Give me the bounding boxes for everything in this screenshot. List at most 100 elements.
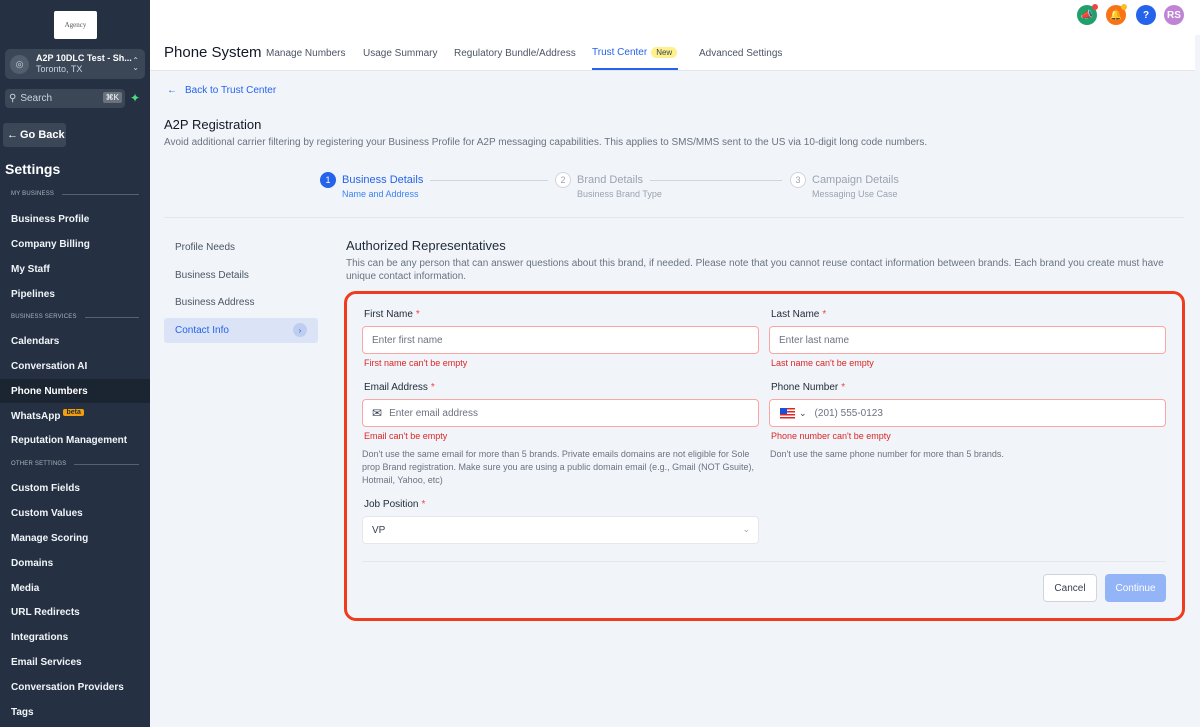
section-business-services: BUSINESS SERVICES [11,314,139,320]
section-title: Authorized Representatives [346,238,506,253]
sidebar-item-whatsapp[interactable]: WhatsApp beta [0,404,150,428]
job-position-label: Job Position * [364,499,426,510]
chevron-updown-icon: ⌃ ⌄ [132,56,139,72]
sidebar-item-calendars[interactable]: Calendars [0,329,150,353]
step-connector [430,180,548,181]
job-position-select[interactable]: VP ⌄ [362,516,759,544]
sparkle-icon[interactable]: ✦ [130,91,140,105]
sidebar-item-tags[interactable]: Tags [0,700,150,724]
arrow-left-icon: ← [167,85,177,96]
bell-icon[interactable]: 🔔 [1106,4,1127,25]
tab-regulatory-bundle[interactable]: Regulatory Bundle/Address [454,48,576,59]
settings-title: Settings [5,161,61,177]
tab-trust-center[interactable]: Trust Center New [592,47,678,58]
search-placeholder: Search [20,93,53,104]
email-input[interactable]: ✉ Enter email address [362,399,759,427]
location-name: A2P 10DLC Test - Sh... [36,53,132,63]
location-switcher[interactable]: ◎ A2P 10DLC Test - Sh... Toronto, TX ⌃ ⌄ [5,49,145,79]
sidebar-item-business-profile[interactable]: Business Profile [0,207,150,231]
megaphone-icon[interactable]: 📣 [1077,4,1098,25]
section-other-settings: OTHER SETTINGS [11,461,139,467]
sidebar-item-manage-scoring[interactable]: Manage Scoring [0,526,150,550]
step-1-subtitle: Name and Address [342,189,419,199]
sidebar-item-url-redirects[interactable]: URL Redirects [0,600,150,624]
sidebar-item-my-staff[interactable]: My Staff [0,257,150,281]
first-name-error: First name can't be empty [364,358,468,368]
new-badge: New [651,47,678,58]
last-name-error: Last name can't be empty [771,358,874,368]
sidebar-item-phone-numbers[interactable]: Phone Numbers [0,379,150,403]
first-name-input[interactable]: Enter first name [362,326,759,354]
step-1-indicator: 1 [320,172,336,188]
last-name-label: Last Name * [771,309,827,320]
tab-usage-summary[interactable]: Usage Summary [363,48,437,59]
form-menu-label: Contact Info [175,325,229,336]
search-shortcut: ⌘K [102,92,122,103]
last-name-input[interactable]: Enter last name [769,326,1166,354]
form-menu-business-address[interactable]: Business Address [164,290,318,315]
section-my-business: MY BUSINESS [11,191,139,197]
active-tab-indicator [592,68,678,70]
sidebar-item-custom-values[interactable]: Custom Values [0,501,150,525]
page-section-title: Phone System [164,44,262,61]
step-1-title: Business Details [342,174,424,186]
go-back-label: Go Back [20,129,65,141]
sidebar-item-media[interactable]: Media [0,576,150,600]
sidebar-item-conversation-ai[interactable]: Conversation AI [0,354,150,378]
sidebar-item-email-services[interactable]: Email Services [0,650,150,674]
phone-system-nav: Phone System Manage Numbers Usage Summar… [150,35,1195,71]
sidebar-item-reputation-management[interactable]: Reputation Management [0,428,150,452]
section-description: This can be any person that can answer q… [346,258,1164,282]
step-2-indicator: 2 [555,172,571,188]
chevron-down-icon: ⌄ [742,524,750,534]
arrow-left-icon: ← [7,129,18,141]
location-city: Toronto, TX [36,64,83,74]
sidebar-item-pipelines[interactable]: Pipelines [0,282,150,306]
divider [164,217,1184,218]
search-input[interactable]: ⚲ Search ⌘K [5,89,125,108]
sidebar-item-label: WhatsApp [11,410,61,422]
email-placeholder: Enter email address [389,407,478,419]
phone-help-text: Don't use the same phone number for more… [770,449,1004,459]
sidebar-item-domains[interactable]: Domains [0,551,150,575]
email-error: Email can't be empty [364,431,448,441]
form-menu-profile-needs[interactable]: Profile Needs [164,235,318,260]
phone-placeholder: (201) 555-0123 [814,407,883,419]
chevron-down-icon[interactable]: ⌄ [799,408,807,419]
back-to-trust-center-link[interactable]: ← Back to Trust Center [167,85,276,96]
sidebar-item-company-billing[interactable]: Company Billing [0,232,150,256]
first-name-label: First Name * [364,309,420,320]
step-3-title: Campaign Details [812,174,899,186]
go-back-button[interactable]: ← Go Back [3,123,66,147]
job-position-value: VP [372,524,386,536]
email-help-text: Don't use the same email for more than 5… [362,449,755,485]
help-icon[interactable]: ? [1136,5,1156,25]
form-menu-business-details[interactable]: Business Details [164,263,318,288]
sidebar-item-conversation-providers[interactable]: Conversation Providers [0,675,150,699]
divider [362,561,1166,562]
top-bar: 📣 🔔 ? RS [150,0,1200,35]
chevron-right-icon: › [293,323,307,337]
phone-error: Phone number can't be empty [771,431,891,441]
sidebar-item-integrations[interactable]: Integrations [0,625,150,649]
phone-input[interactable]: ⌄ (201) 555-0123 [769,399,1166,427]
step-3-indicator: 3 [790,172,806,188]
tab-manage-numbers[interactable]: Manage Numbers [266,48,345,59]
phone-label: Phone Number * [771,382,846,393]
continue-button[interactable]: Continue [1105,574,1166,602]
step-2-title: Brand Details [577,174,644,186]
tab-advanced-settings[interactable]: Advanced Settings [699,48,782,59]
beta-badge: beta [63,408,84,416]
envelope-icon: ✉ [372,406,383,420]
user-avatar[interactable]: RS [1164,5,1184,25]
step-2-subtitle: Business Brand Type [577,189,662,199]
sidebar-item-custom-fields[interactable]: Custom Fields [0,476,150,500]
page-description: Avoid additional carrier filtering by re… [164,137,928,148]
step-3-subtitle: Messaging Use Case [812,189,898,199]
step-connector [650,180,782,181]
form-menu-contact-info[interactable]: Contact Info › [164,318,318,343]
cancel-button[interactable]: Cancel [1043,574,1097,602]
location-icon: ◎ [10,54,29,74]
us-flag-icon [780,407,795,419]
search-icon: ⚲ [9,93,17,104]
